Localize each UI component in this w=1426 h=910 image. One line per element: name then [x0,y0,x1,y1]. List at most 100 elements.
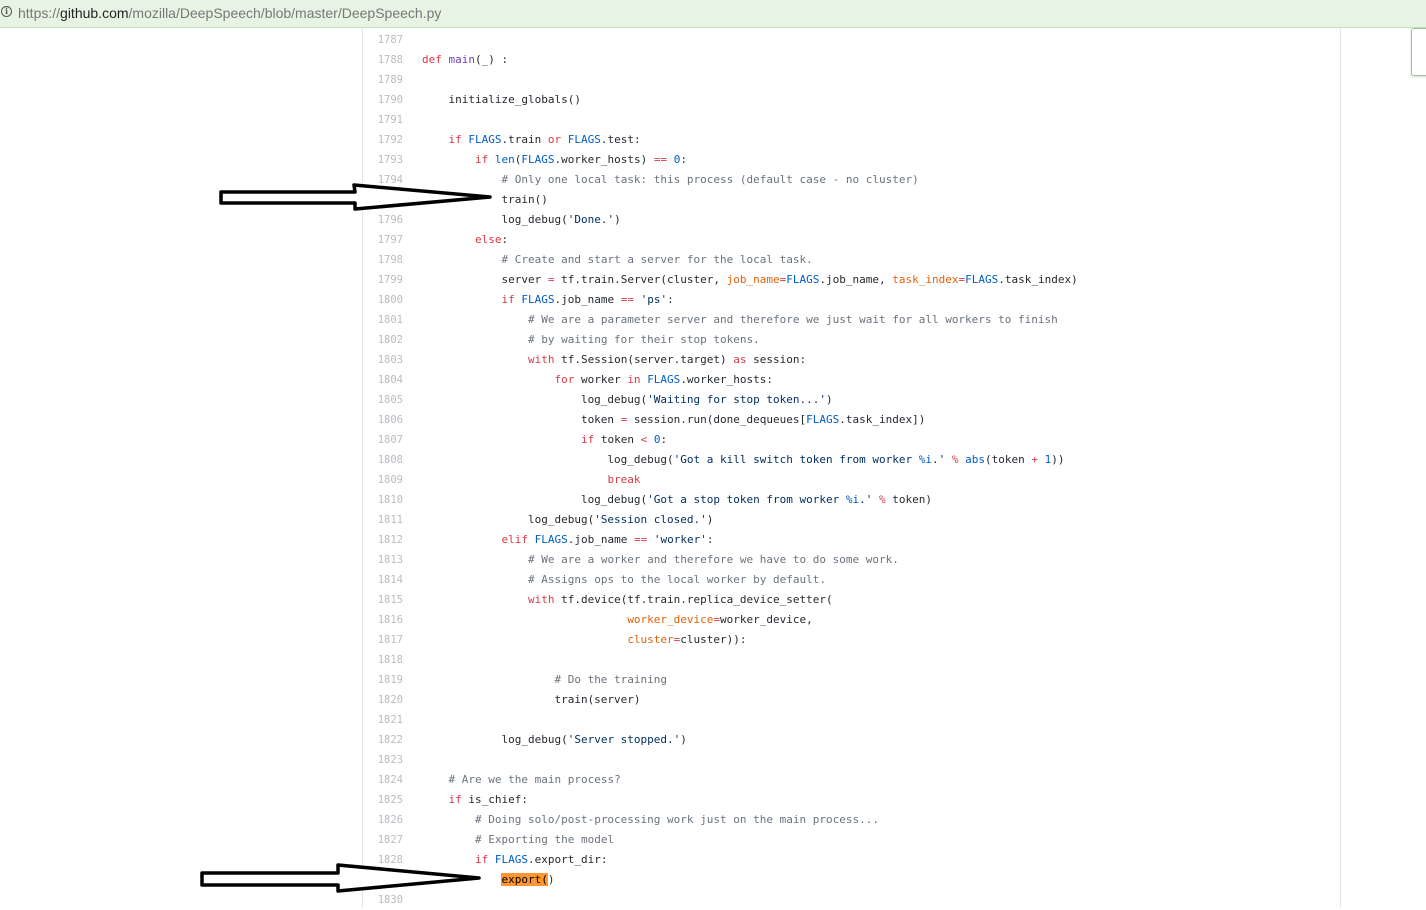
code-token: or [547,133,568,146]
line-number[interactable]: 1827 [363,830,403,850]
code-line: 1815 with tf.device(tf.train.replica_dev… [363,590,833,610]
code-line: 1819 # Do the training [363,670,667,690]
code-text: else: [422,230,508,250]
line-number[interactable]: 1799 [363,270,403,290]
line-number[interactable]: 1822 [363,730,403,750]
code-text: with tf.Session(server.target) as sessio… [422,350,806,370]
code-lines: 1787 1788 def main(_) : 1789 1790 initialize… [363,30,1078,910]
line-number[interactable]: 1793 [363,150,403,170]
code-token: .' [859,493,873,506]
line-number[interactable]: 1804 [363,370,403,390]
code-token: : [706,533,714,546]
code-token: # Only one local task: this process (def… [501,173,919,186]
line-number[interactable]: 1823 [363,750,403,770]
code-text: # Doing solo/post-processing work just o… [422,810,879,830]
code-line: 1801 # We are a parameter server and the… [363,310,1058,330]
line-number[interactable]: 1824 [363,770,403,790]
line-number[interactable]: 1819 [363,670,403,690]
code-token: abs [965,453,985,466]
line-number[interactable]: 1816 [363,610,403,630]
line-number[interactable]: 1817 [363,630,403,650]
code-token: def [422,53,449,66]
code-token: cluster)): [680,633,747,646]
side-panel-tab[interactable] [1411,28,1426,76]
code-token: %i [918,453,932,466]
code-line: 1810 log_debug('Got a stop token from wo… [363,490,932,510]
code-token: .train [501,133,548,146]
code-line: 1788 def main(_) : [363,50,508,70]
line-number[interactable]: 1806 [363,410,403,430]
code-token: .worker_hosts: [680,373,774,386]
line-number[interactable]: 1807 [363,430,403,450]
code-line: 1807 if token < 0: [363,430,667,450]
code-text: # We are a worker and therefore we have … [422,550,899,570]
line-number[interactable]: 1809 [363,470,403,490]
code-token: FLAGS [567,133,601,146]
code-token: % [878,493,886,506]
code-token: 'Got a kill switch token from worker [673,453,919,466]
code-line: 1817 cluster=cluster)): [363,630,747,650]
code-line: 1818 [363,650,403,670]
code-token: .task_index]) [839,413,926,426]
code-text: log_debug('Server stopped.') [422,730,686,750]
code-line: 1812 elif FLAGS.job_name == 'worker': [363,530,714,550]
code-token: tf.Session(server.target) [561,353,734,366]
url-text[interactable]: https://github.com/mozilla/DeepSpeech/bl… [18,5,441,21]
line-number[interactable]: 1792 [363,130,403,150]
line-number[interactable]: 1808 [363,450,403,470]
code-token: # Doing solo/post-processing work just o… [474,813,879,826]
line-number[interactable]: 1812 [363,530,403,550]
line-number[interactable]: 1797 [363,230,403,250]
code-text: # Are we the main process? [422,770,621,790]
line-number[interactable]: 1788 [363,50,403,70]
code-token: if [448,793,469,806]
line-number[interactable]: 1810 [363,490,403,510]
code-token: for [554,373,581,386]
code-token: ) [706,513,714,526]
line-number[interactable]: 1825 [363,790,403,810]
line-number[interactable]: 1802 [363,330,403,350]
info-icon[interactable]: i [1,6,12,17]
line-number[interactable]: 1813 [363,550,403,570]
line-number[interactable]: 1815 [363,590,403,610]
line-number[interactable]: 1790 [363,90,403,110]
line-number[interactable]: 1818 [363,650,403,670]
code-line: 1806 token = session.run(done_dequeues[F… [363,410,926,430]
line-number[interactable]: 1800 [363,290,403,310]
line-number[interactable]: 1826 [363,810,403,830]
line-number[interactable]: 1821 [363,710,403,730]
code-token: # We are a worker and therefore we have … [527,553,899,566]
line-number[interactable]: 1787 [363,30,403,50]
code-token: ) [614,213,621,226]
code-token: .export_dir: [527,853,608,866]
line-number[interactable]: 1789 [363,70,403,90]
address-bar[interactable]: i https://github.com/mozilla/DeepSpeech/… [0,0,1426,28]
line-number[interactable]: 1801 [363,310,403,330]
code-line: 1824 # Are we the main process? [363,770,621,790]
line-number[interactable]: 1798 [363,250,403,270]
code-token: : [680,153,687,166]
code-token: if [448,133,469,146]
line-number[interactable]: 1805 [363,390,403,410]
line-number[interactable]: 1820 [363,690,403,710]
code-line: 1827 # Exporting the model [363,830,614,850]
line-number[interactable]: 1814 [363,570,403,590]
code-line: 1789 [363,70,403,90]
url-prefix: https:// [18,5,61,21]
code-line: 1792 if FLAGS.train or FLAGS.test: [363,130,641,150]
code-token: in [627,373,648,386]
code-token: 'Done.' [567,213,615,226]
line-number[interactable]: 1803 [363,350,403,370]
line-number[interactable]: 1811 [363,510,403,530]
code-token: ) [547,873,555,886]
line-number[interactable]: 1791 [363,110,403,130]
